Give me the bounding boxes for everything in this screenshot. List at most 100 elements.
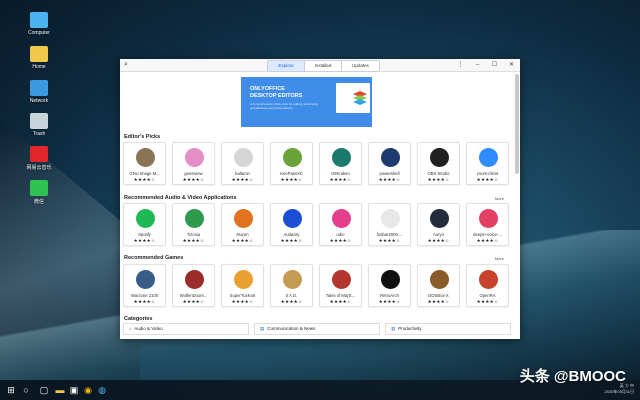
desktop-app-icon <box>30 46 48 62</box>
minimize-button[interactable]: – <box>469 59 486 71</box>
app-icon <box>185 209 204 228</box>
category-label: Productivity <box>398 326 422 331</box>
desktop-icon-3[interactable]: Trash <box>22 113 56 137</box>
app-card[interactable]: baltanin ★★★★☆ <box>221 142 264 185</box>
categories-row: ♪ Audio & Video ▤ Communication & News ▥ Pr… <box>123 323 511 335</box>
app-icon <box>381 270 400 289</box>
desktop-icon-0[interactable]: Computer <box>22 12 56 36</box>
tab-installed[interactable]: Installed <box>305 61 342 71</box>
app-name: GNU Image M... <box>129 171 160 176</box>
desktop-icon-4[interactable]: 网易云音乐 <box>22 146 56 171</box>
app-rating: ★★★★☆ <box>427 238 450 243</box>
app-icon <box>430 270 449 289</box>
app-card[interactable]: Warzone 2100 ★★★★☆ <box>123 264 166 307</box>
tab-updates[interactable]: Updates <box>342 61 379 71</box>
app-card[interactable]: Nuvon ★★★★☆ <box>221 203 264 246</box>
more-audio-video-link[interactable]: More <box>495 196 504 201</box>
onlyoffice-logo-icon <box>353 91 367 105</box>
featured-banner[interactable]: ONLYOFFICE DESKTOP EDITORS A comprehensi… <box>241 77 372 127</box>
app-name: deepin-voice-... <box>473 232 502 237</box>
app-card[interactable]: RetroArch ★★★★☆ <box>368 264 411 307</box>
app-icon <box>332 148 351 167</box>
music-note-icon: ♪ <box>129 326 132 331</box>
app-name: DOSBox-X <box>428 293 449 298</box>
desktop-icon-label: Home <box>32 64 46 70</box>
app-name: zoom-client <box>476 171 499 176</box>
app-rating: ★★★★☆ <box>231 177 254 182</box>
category-audio-video[interactable]: ♪ Audio & Video <box>123 323 249 335</box>
app-card[interactable]: WolfenDoom... ★★★★☆ <box>172 264 215 307</box>
app-card[interactable]: SuperTuxKart ★★★★☆ <box>221 264 264 307</box>
app-card[interactable]: foobar2000 ... ★★★★☆ <box>368 203 411 246</box>
app-card[interactable]: gwenview ★★★★☆ <box>172 142 215 185</box>
category-productivity[interactable]: ▥ Productivity <box>385 323 511 335</box>
app-card[interactable]: deepin-voice-... ★★★★☆ <box>466 203 509 246</box>
app-card[interactable]: Tales of Maj'E... ★★★★☆ <box>319 264 362 307</box>
desktop-icon-1[interactable]: Home <box>22 46 56 70</box>
desktop-icon-label: 微信 <box>33 199 44 205</box>
app-card[interactable]: GNU Image M... ★★★★☆ <box>123 142 166 185</box>
section-title-games: Recommended Games <box>124 255 184 261</box>
app-card[interactable]: powershell ★★★★☆ <box>368 142 411 185</box>
app-icon <box>430 209 449 228</box>
app-name: SuperTuxKart <box>229 293 256 298</box>
app-store-window: ⌕ Explore Installed Updates ⋮ – ☐ ✕ ONLY… <box>120 59 520 339</box>
desktop-icon-5[interactable]: 微信 <box>22 180 56 205</box>
app-rating: ★★★★☆ <box>427 299 450 304</box>
app-card[interactable]: Auryo ★★★★☆ <box>417 203 460 246</box>
app-card[interactable]: Spotify ★★★★☆ <box>123 203 166 246</box>
app-card[interactable]: DOSBox-X ★★★★☆ <box>417 264 460 307</box>
app-rating: ★★★★☆ <box>182 299 205 304</box>
browser-icon[interactable]: ◍ <box>96 384 108 396</box>
search-icon[interactable]: ⌕ <box>124 61 128 69</box>
store-icon[interactable]: ▣ <box>68 384 80 396</box>
more-games-link[interactable]: More <box>495 256 504 261</box>
app-name: KeePassXC <box>280 171 303 176</box>
chat-icon: ▤ <box>260 326 265 331</box>
close-button[interactable]: ✕ <box>503 59 520 71</box>
start-menu-icon[interactable]: ⊞ <box>5 384 17 396</box>
category-communication-news[interactable]: ▤ Communication & News <box>254 323 380 335</box>
app-icon <box>381 209 400 228</box>
menu-icon[interactable]: ⋮ <box>452 59 469 71</box>
app-icon <box>332 270 351 289</box>
desktop-icon-label: 网易云音乐 <box>26 165 52 171</box>
app-rating: ★★★★☆ <box>280 299 303 304</box>
app-icon <box>234 270 253 289</box>
app-icon <box>234 148 253 167</box>
app-card[interactable]: zoom-client ★★★★☆ <box>466 142 509 185</box>
app-card[interactable]: 0 A.D. ★★★★☆ <box>270 264 313 307</box>
tab-explore[interactable]: Explore <box>268 61 305 71</box>
desktop-app-icon <box>30 180 48 196</box>
app-icon <box>185 148 204 167</box>
app-card[interactable]: Tizonia ★★★★☆ <box>172 203 215 246</box>
scrollbar[interactable] <box>515 74 519 174</box>
app-name: Warzone 2100 <box>130 293 159 298</box>
file-manager-icon[interactable]: ▬ <box>54 384 66 396</box>
app-rating: ★★★★☆ <box>378 299 401 304</box>
app-rating: ★★★★☆ <box>476 299 499 304</box>
app-icon <box>430 148 449 167</box>
app-rating: ★★★★☆ <box>280 238 303 243</box>
app-name: Audacity <box>283 232 300 237</box>
desktop-icon-2[interactable]: Network <box>22 80 56 104</box>
app-icon <box>136 209 155 228</box>
app-rating: ★★★★☆ <box>280 177 303 182</box>
app-rating: ★★★★☆ <box>231 238 254 243</box>
app-name: 0 A.D. <box>285 293 298 298</box>
app-card[interactable]: KeePassXC ★★★★☆ <box>270 142 313 185</box>
app-card[interactable]: GitKraken ★★★★☆ <box>319 142 362 185</box>
chrome-icon[interactable]: ◉ <box>82 384 94 396</box>
app-card[interactable]: OBS Studio ★★★★☆ <box>417 142 460 185</box>
search-circle-icon[interactable]: ○ <box>20 384 32 396</box>
app-card[interactable]: odio ★★★★☆ <box>319 203 362 246</box>
desktop-icon-label: Network <box>29 98 49 104</box>
app-icon <box>479 270 498 289</box>
maximize-button[interactable]: ☐ <box>486 59 503 71</box>
app-card[interactable]: Audacity ★★★★☆ <box>270 203 313 246</box>
task-view-icon[interactable]: ▢ <box>38 384 50 396</box>
app-rating: ★★★★☆ <box>378 238 401 243</box>
app-card[interactable]: OpenRA ★★★★☆ <box>466 264 509 307</box>
app-name: Nuvon <box>236 232 249 237</box>
app-rating: ★★★★☆ <box>329 299 352 304</box>
